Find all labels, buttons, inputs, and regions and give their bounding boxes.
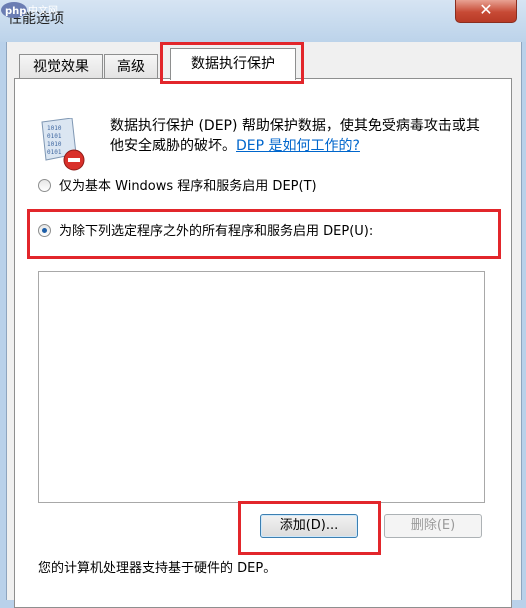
svg-text:1010: 1010 bbox=[47, 141, 62, 148]
tab-data-execution-prevention[interactable]: 数据执行保护 bbox=[170, 48, 296, 80]
close-icon: ✕ bbox=[479, 0, 493, 19]
dep-description: 数据执行保护 (DEP) 帮助保护数据，使其免受病毒攻击或其他安全威胁的破坏。D… bbox=[110, 116, 492, 156]
svg-text:php: php bbox=[5, 6, 26, 17]
watermark-logo: php 中文网 bbox=[1, 2, 58, 18]
radio-essential-only-label: 仅为基本 Windows 程序和服务启用 DEP(T) bbox=[59, 179, 317, 194]
svg-text:中文网: 中文网 bbox=[28, 4, 58, 17]
title-bar: 性能选项 bbox=[0, 0, 526, 42]
excluded-programs-list[interactable] bbox=[38, 271, 485, 503]
radio-button-checked[interactable] bbox=[38, 224, 51, 237]
svg-text:1010: 1010 bbox=[47, 125, 62, 132]
dep-help-link[interactable]: DEP 是如何工作的? bbox=[236, 138, 360, 154]
svg-text:0101: 0101 bbox=[47, 149, 62, 156]
tab-visual-effects[interactable]: 视觉效果 bbox=[19, 54, 103, 78]
tab-advanced[interactable]: 高级 bbox=[104, 54, 158, 78]
close-button[interactable]: ✕ bbox=[455, 0, 517, 23]
dep-shield-icon: 1010 0101 1010 0101 bbox=[41, 118, 85, 171]
svg-text:0101: 0101 bbox=[47, 133, 62, 140]
remove-button: 删除(E) bbox=[384, 514, 482, 538]
radio-all-except[interactable]: 为除下列选定程序之外的所有程序和服务启用 DEP(U): bbox=[38, 222, 373, 242]
radio-button-unchecked[interactable] bbox=[38, 179, 51, 192]
radio-all-except-label: 为除下列选定程序之外的所有程序和服务启用 DEP(U): bbox=[59, 224, 374, 239]
add-button[interactable]: 添加(D)... bbox=[260, 514, 358, 538]
hardware-dep-status: 您的计算机处理器支持基于硬件的 DEP。 bbox=[38, 561, 277, 576]
radio-essential-only[interactable]: 仅为基本 Windows 程序和服务启用 DEP(T) bbox=[38, 177, 317, 197]
